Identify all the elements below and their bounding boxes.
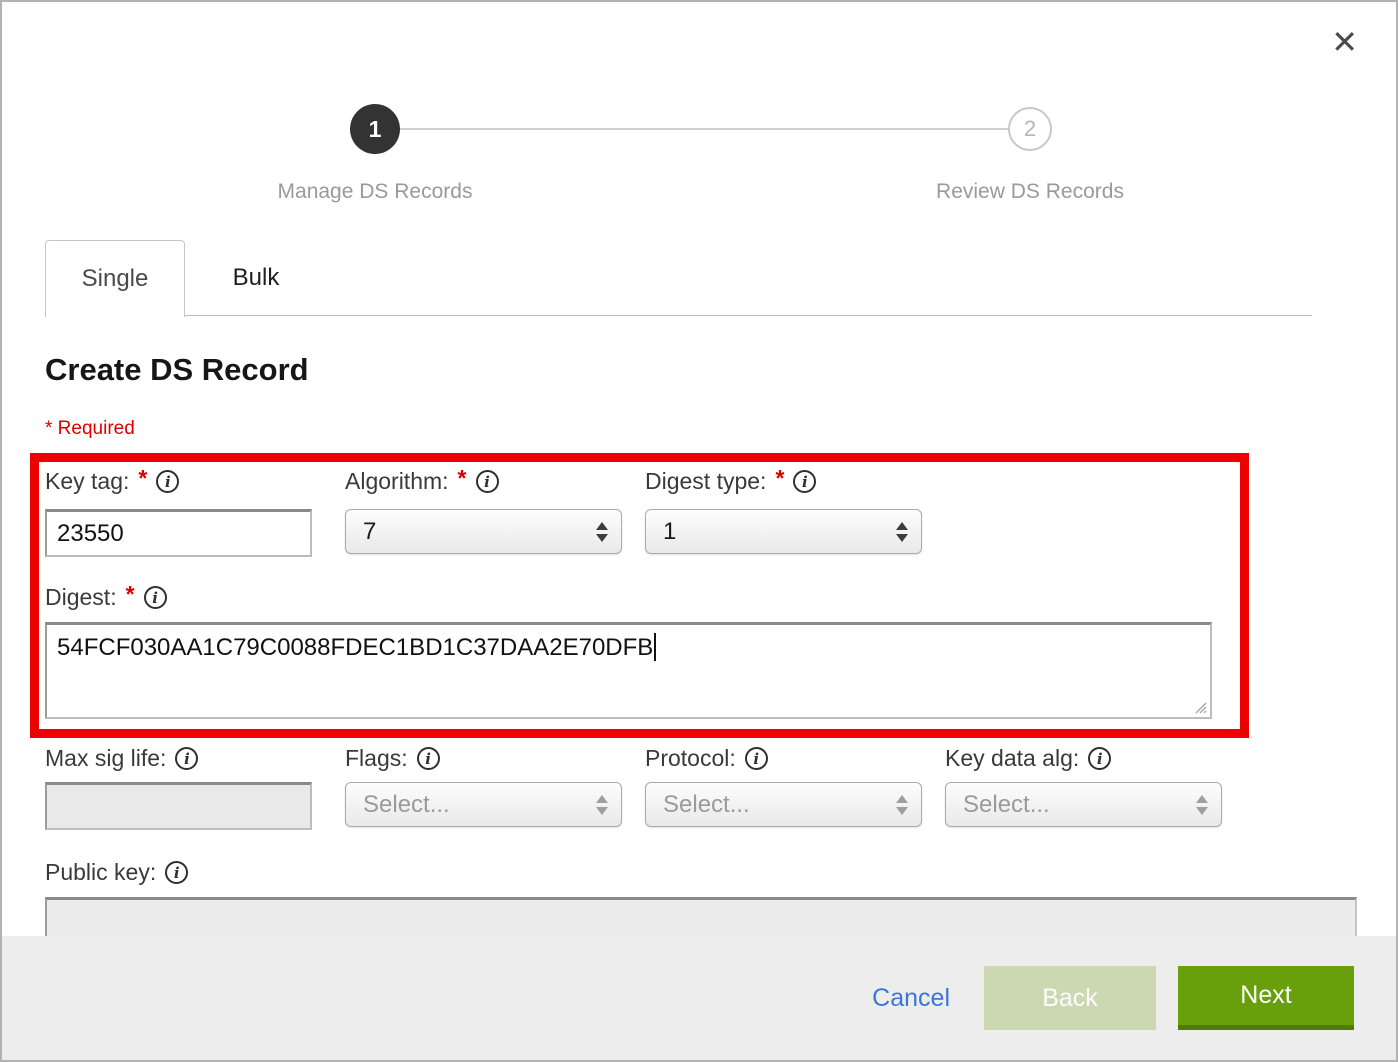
modal-footer: Cancel Back Next	[2, 936, 1396, 1060]
digest-type-select[interactable]: 1	[645, 509, 922, 554]
select-stepper-icon	[896, 795, 908, 815]
required-asterisk: *	[138, 465, 147, 492]
page-title: Create DS Record	[45, 352, 309, 388]
info-icon[interactable]: i	[165, 861, 188, 884]
info-icon[interactable]: i	[417, 747, 440, 770]
info-icon[interactable]: i	[1088, 747, 1111, 770]
select-stepper-icon	[896, 522, 908, 542]
create-ds-record-modal: ✕ 1 2 Manage DS Records Review DS Record…	[0, 0, 1398, 1062]
info-icon[interactable]: i	[144, 586, 167, 609]
required-asterisk: *	[458, 465, 467, 492]
public-key-label: Public key: i	[45, 859, 188, 886]
close-icon[interactable]: ✕	[1331, 26, 1358, 58]
back-button[interactable]: Back	[984, 966, 1156, 1030]
digest-type-label: Digest type: * i	[645, 468, 922, 495]
key-data-alg-label: Key data alg: i	[945, 745, 1222, 772]
next-button[interactable]: Next	[1178, 966, 1354, 1030]
stepper-connector-line	[400, 128, 1008, 130]
algorithm-select[interactable]: 7	[345, 509, 622, 554]
flags-select[interactable]: Select...	[345, 782, 622, 827]
required-note: * Required	[45, 418, 135, 440]
digest-value: 54FCF030AA1C79C0088FDEC1BD1C37DAA2E70DFB	[57, 634, 653, 661]
resize-handle-icon[interactable]	[1193, 700, 1207, 714]
max-sig-life-input[interactable]	[45, 782, 312, 830]
digest-label: Digest: * i	[45, 584, 167, 611]
flags-label: Flags: i	[345, 745, 622, 772]
stepper-step-2-circle: 2	[1008, 107, 1052, 151]
protocol-select[interactable]: Select...	[645, 782, 922, 827]
info-icon[interactable]: i	[793, 470, 816, 493]
tab-single[interactable]: Single	[45, 240, 185, 317]
required-asterisk: *	[126, 581, 135, 608]
protocol-label: Protocol: i	[645, 745, 922, 772]
key-tag-input[interactable]	[45, 509, 312, 557]
stepper-step-1-label: Manage DS Records	[278, 180, 473, 204]
key-tag-label: Key tag: * i	[45, 468, 322, 495]
info-icon[interactable]: i	[175, 747, 198, 770]
info-icon[interactable]: i	[476, 470, 499, 493]
select-stepper-icon	[596, 522, 608, 542]
select-stepper-icon	[1196, 795, 1208, 815]
select-stepper-icon	[596, 795, 608, 815]
key-data-alg-select[interactable]: Select...	[945, 782, 1222, 827]
info-icon[interactable]: i	[156, 470, 179, 493]
tab-bulk[interactable]: Bulk	[185, 240, 327, 316]
algorithm-label: Algorithm: * i	[345, 468, 622, 495]
public-key-textarea[interactable]	[45, 897, 1357, 940]
stepper-step-1-circle: 1	[350, 104, 400, 154]
max-sig-life-label: Max sig life: i	[45, 745, 322, 772]
cancel-button[interactable]: Cancel	[872, 984, 950, 1013]
digest-textarea[interactable]: 54FCF030AA1C79C0088FDEC1BD1C37DAA2E70DFB	[45, 622, 1212, 719]
required-asterisk: *	[775, 465, 784, 492]
info-icon[interactable]: i	[745, 747, 768, 770]
text-cursor	[654, 633, 656, 661]
stepper-step-2-label: Review DS Records	[936, 180, 1124, 204]
